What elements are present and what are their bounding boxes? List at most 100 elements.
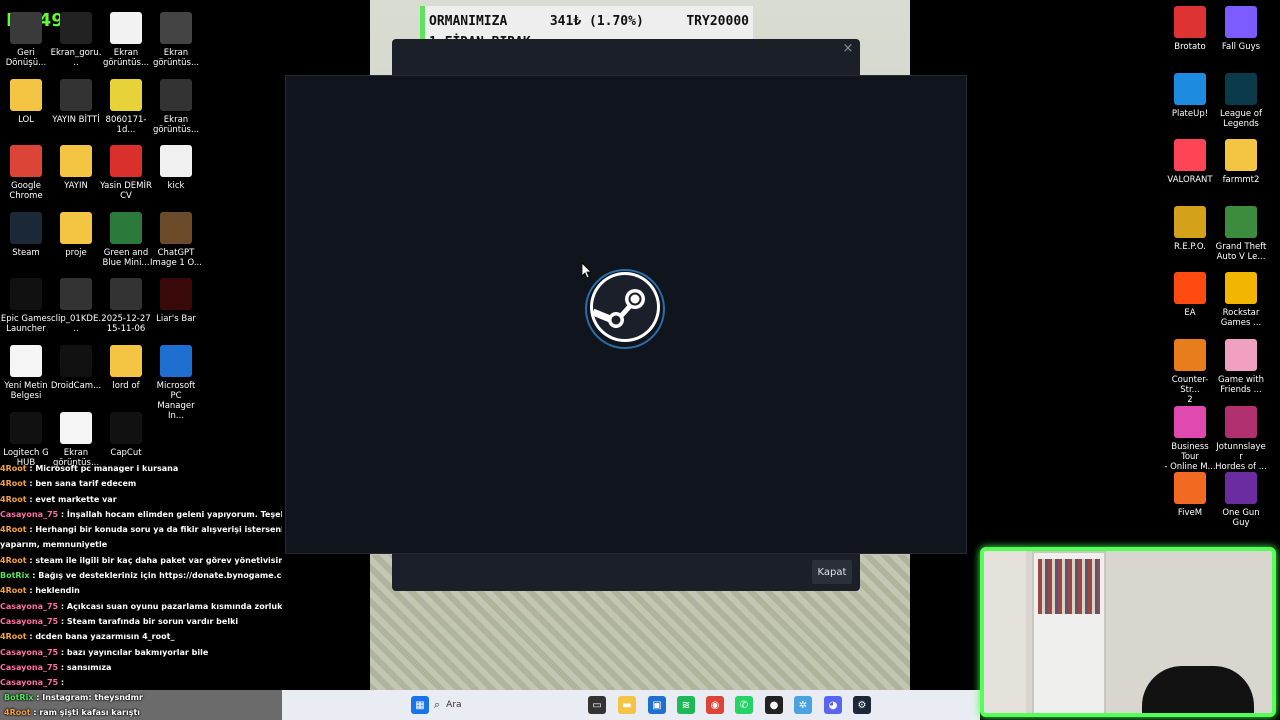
right-desktop-icon[interactable]: EA xyxy=(1164,272,1216,318)
spotify-icon[interactable]: ≋ xyxy=(677,696,695,714)
left-desktop-icon[interactable]: Ekran_goru... xyxy=(50,12,102,68)
left-desktop-icon[interactable]: Steam xyxy=(0,211,52,258)
chat-message: 4Root : Herhangi bir konuda soru ya da f… xyxy=(0,522,282,537)
left-desktop-icon[interactable]: Google Chrome xyxy=(0,145,52,201)
left-desktop-icon[interactable]: CapCut xyxy=(100,411,152,458)
left-desktop-icon[interactable]: Microsoft PC Manager In... xyxy=(150,345,202,421)
valorant-icon xyxy=(1174,139,1206,172)
left-desktop-icon[interactable]: kick xyxy=(150,145,202,191)
start-button[interactable]: ▦ xyxy=(411,696,429,714)
taskbar-search[interactable]: ⌕ Ara xyxy=(434,695,554,715)
desktop-icon-label: Jotunnslayer Hordes of ... xyxy=(1215,441,1267,472)
right-desktop-icon[interactable]: PlateUp! xyxy=(1164,72,1216,119)
right-desktop-icon[interactable]: Grand Theft Auto V Le... xyxy=(1215,205,1267,262)
fivem-icon xyxy=(1174,472,1206,505)
left-desktop-icon[interactable]: YAYIN xyxy=(50,145,102,191)
folder-icon xyxy=(1225,139,1257,172)
right-desktop-icon[interactable]: Game with Friends ... xyxy=(1215,339,1267,395)
right-desktop-icon[interactable]: Fall Guys xyxy=(1215,6,1267,52)
left-desktop-icon[interactable]: Logitech G HUB xyxy=(0,411,52,468)
left-desktop-icon[interactable]: ChatGPT Image 1 O... xyxy=(150,211,202,268)
right-desktop-icon[interactable]: VALORANT xyxy=(1164,139,1216,185)
left-desktop-icon[interactable]: Epic Games Launcher xyxy=(0,278,52,334)
chat-username: 4Root xyxy=(0,632,27,642)
chat-message: 4Root : dcden bana yazarmısın 4_root_ xyxy=(0,629,282,644)
gta-icon xyxy=(1225,205,1257,238)
desktop-icon-label: ChatGPT Image 1 O... xyxy=(150,247,202,268)
left-desktop-icon[interactable]: Ekran görüntüs... xyxy=(50,411,102,468)
left-desktop-icon[interactable]: Liar's Bar xyxy=(150,278,202,324)
left-desktop-icon[interactable]: proje xyxy=(50,211,102,258)
close-icon[interactable]: × xyxy=(840,41,856,57)
left-desktop-icon[interactable]: lord of xyxy=(100,345,152,391)
right-desktop-icon[interactable]: FiveM xyxy=(1164,472,1216,518)
chat-separator: : xyxy=(26,632,36,642)
right-desktop-icon[interactable]: One Gun Guy xyxy=(1215,472,1267,528)
chat-message: yaparım, memnuniyetle xyxy=(0,537,282,552)
chat-message: Casayona_75 : sansımıza xyxy=(0,660,282,675)
desktop-icon-label: CapCut xyxy=(110,447,142,458)
left-desktop-icon[interactable]: Yasin DEMİR CV xyxy=(100,145,152,201)
desktop-icon-label: Geri Dönüşü... xyxy=(5,48,47,68)
right-desktop-icon[interactable]: Rockstar Games ... xyxy=(1215,272,1267,328)
chat-text: Microsoft pc manager i kursana xyxy=(35,464,179,473)
left-desktop-icon[interactable]: 8060171-1d... xyxy=(100,78,152,135)
desktop-icon-label: kick xyxy=(167,181,185,192)
right-desktop-icon[interactable]: Brotato xyxy=(1164,6,1216,52)
chat-text: evet markette var xyxy=(35,494,117,504)
steam-icon[interactable]: ⚙ xyxy=(853,696,871,714)
whatsapp-icon[interactable]: ✆ xyxy=(735,696,753,714)
left-desktop-icon[interactable]: LOL xyxy=(0,78,52,125)
left-desktop-icon[interactable]: clip_01KDE... xyxy=(50,278,102,334)
desktop-icon-label: 8060171-1d... xyxy=(105,114,147,135)
obs-icon[interactable]: ● xyxy=(765,696,783,714)
chat-message: BotRix : Instagram: theysndmr xyxy=(0,690,282,706)
folder-icon xyxy=(60,145,92,178)
right-desktop-icon[interactable]: Counter-Str... 2 xyxy=(1164,339,1216,405)
chat-username: Casayona_75 xyxy=(0,616,59,626)
chat-message: 4Root : ben sana tarif edecem xyxy=(0,476,282,491)
chat-username: Casayona_75 xyxy=(0,662,59,672)
chat-text: ram şişti kafası karıştı xyxy=(39,708,141,718)
donation-progress: 341₺ (1.70%) xyxy=(549,14,644,29)
chat-text: sansımıza xyxy=(66,662,112,672)
desktop-icon-label: YAYIN BİTTİ xyxy=(52,114,100,125)
chrome-icon[interactable]: ◉ xyxy=(706,696,724,714)
chat-separator: : xyxy=(26,494,36,504)
chat-separator: : xyxy=(30,708,40,718)
logitech-icon xyxy=(10,411,42,444)
left-desktop-icon[interactable]: Geri Dönüşü... xyxy=(0,12,52,68)
desktop-icon-label: Fall Guys xyxy=(1221,42,1261,52)
desktop-icon-label: Counter-Str... 2 xyxy=(1171,375,1209,405)
streamer-silhouette xyxy=(1142,666,1254,713)
left-desktop-icon[interactable]: Ekran görüntüs... xyxy=(150,78,202,135)
right-desktop-icon[interactable]: farmmt2 xyxy=(1215,139,1267,185)
file-explorer-icon[interactable]: ▬ xyxy=(618,696,636,714)
desktop-icon-label: Rockstar Games ... xyxy=(1220,308,1262,329)
network-app-icon[interactable]: ✲ xyxy=(794,696,812,714)
right-desktop-icon[interactable]: R.E.P.O. xyxy=(1164,205,1216,252)
left-desktop-icon[interactable]: DroidCam... xyxy=(50,345,102,391)
left-desktop-icon[interactable]: Yeni Metin Belgesi xyxy=(0,345,52,401)
taskview-icon[interactable]: ▭ xyxy=(588,696,606,714)
store-icon[interactable]: ▣ xyxy=(648,696,666,714)
chat-separator: : xyxy=(29,571,39,581)
chat-separator: : xyxy=(58,616,67,626)
folder-icon xyxy=(10,78,42,111)
close-button[interactable]: Kapat xyxy=(812,560,852,584)
chat-username: 4Root xyxy=(0,555,27,565)
left-desktop-icon[interactable]: Ekran görüntüs... xyxy=(100,12,152,68)
left-desktop-icon[interactable]: 2025-12-27 15-11-06 xyxy=(100,278,152,334)
league-icon xyxy=(1225,72,1257,105)
discord-icon[interactable]: ◕ xyxy=(824,696,842,714)
right-desktop-icon[interactable]: League of Legends xyxy=(1215,72,1267,129)
left-desktop-icon[interactable]: Ekran görüntüs... xyxy=(150,12,202,68)
desktop-icon-label: Brotato xyxy=(1174,42,1206,52)
chat-message: 4Root : heklendin xyxy=(0,583,282,598)
right-desktop-icon[interactable]: Business Tour - Online M... xyxy=(1164,405,1216,472)
right-desktop-icon[interactable]: Jotunnslayer Hordes of ... xyxy=(1215,405,1267,472)
desktop-icon-label: League of Legends xyxy=(1220,108,1262,129)
image-file-icon xyxy=(160,211,192,244)
left-desktop-icon[interactable]: YAYIN BİTTİ xyxy=(50,78,102,125)
left-desktop-icon[interactable]: Green and Blue Mini... xyxy=(100,211,152,268)
